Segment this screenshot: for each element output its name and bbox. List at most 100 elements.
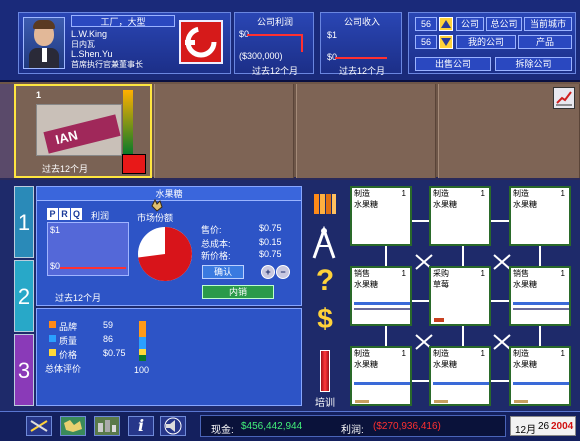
compass-icon[interactable] [310, 225, 338, 260]
overall-rating-label: 总体评价 [45, 364, 82, 374]
ratings-panel: 品牌 59 质量 86 价格 $0.75 总体评价 100 [36, 308, 302, 406]
avatar[interactable] [23, 17, 65, 69]
world-map-icon[interactable] [60, 416, 86, 436]
unit-card-7[interactable]: 制造 1 水果糖 [350, 346, 412, 406]
tab-1[interactable]: 1 [14, 186, 34, 258]
detail-chart: $1 $0 [47, 222, 129, 276]
product-package-text: IAN [53, 127, 80, 148]
profit-chart-line [247, 34, 302, 36]
unit-item: 水果糖 [354, 280, 378, 289]
confirm-button[interactable]: 确认 [202, 265, 244, 279]
arrow-up-icon[interactable] [439, 17, 453, 31]
product-detail-panel: 水果糖 P R Q 利润 市场份额 $1 $0 过去12个月 售价: $0.75… [36, 186, 302, 306]
profit-chart-drop [301, 34, 303, 52]
revenue-chart-line [335, 57, 387, 59]
footer-profit-label: 利润: [341, 425, 364, 436]
training-meter-icon [320, 350, 330, 392]
unit-num: 1 [480, 269, 485, 278]
unit-num: 1 [560, 349, 565, 358]
unit-item: 水果糖 [513, 200, 537, 209]
price-value: $0.75 [259, 223, 282, 233]
person-role-2: 首席执行官兼董事长 [71, 60, 143, 69]
company-button[interactable]: 公司 [456, 17, 484, 31]
unit-card-3[interactable]: 制造 1 水果糖 [509, 186, 571, 246]
slot-period: 过去12个月 [42, 164, 89, 174]
pqr-p-button[interactable]: P [47, 208, 58, 220]
unit-stock-bar [434, 400, 448, 403]
unit-item: 水果糖 [433, 200, 457, 209]
product-slot-1[interactable]: 1 IAN 过去12个月 [14, 84, 152, 178]
help-icon[interactable]: ? [312, 264, 338, 298]
brand-color-swatch [49, 321, 56, 328]
date-day: 26 [538, 421, 550, 432]
unit-card-9[interactable]: 制造 1 水果糖 [509, 346, 571, 406]
money-icon[interactable]: $ [312, 302, 338, 336]
price-label: 售价: [201, 225, 222, 235]
current-city-button[interactable]: 当前城市 [524, 17, 572, 31]
profit-panel: 公司利润 $0 ($300,000) 过去12个月 [234, 12, 314, 76]
product-image: IAN [36, 104, 122, 156]
detail-chart-top: $1 [50, 225, 61, 235]
detail-chart-line [60, 267, 126, 269]
unit-card-8[interactable]: 制造 1 水果糖 [429, 346, 491, 406]
product-button[interactable]: 产品 [518, 35, 572, 49]
quality-label: 质量 [59, 336, 78, 346]
sell-company-button[interactable]: 出售公司 [415, 57, 491, 71]
unit-num: 1 [401, 269, 406, 278]
unit-card-6[interactable]: 销售 1 水果糖 [509, 266, 571, 326]
date-year: 2004 [551, 421, 574, 432]
pqr-r-button[interactable]: R [59, 208, 70, 220]
unit-card-2[interactable]: 制造 1 水果糖 [429, 186, 491, 246]
revenue-title: 公司收入 [343, 17, 380, 27]
product-slot-3[interactable] [296, 84, 436, 178]
person-name-1: L.W.King [71, 29, 108, 39]
training-button[interactable]: 培训 [308, 394, 342, 409]
cash-value: $456,442,944 [241, 421, 303, 432]
revenue-chart-top: $1 [327, 30, 338, 40]
unit-activity-bar [513, 382, 569, 385]
unit-num: 1 [480, 349, 485, 358]
books-icon[interactable] [310, 190, 338, 218]
cash-label: 现金: [211, 425, 234, 436]
pqr-q-button[interactable]: Q [71, 208, 82, 220]
person-name-2: L.Shen.Yu [71, 49, 113, 59]
increase-price-button[interactable]: + [261, 265, 275, 279]
unit-num: 1 [480, 189, 485, 198]
unit-activity-bar [513, 302, 569, 305]
decrease-price-button[interactable]: − [276, 265, 290, 279]
unit-num: 1 [401, 189, 406, 198]
unit-activity-bar [354, 382, 410, 385]
slot-status-block [122, 154, 146, 174]
product-slot-2[interactable] [154, 84, 294, 178]
tab-3[interactable]: 3 [14, 334, 34, 406]
overall-rating-bar [139, 321, 146, 361]
tab-2[interactable]: 2 [14, 260, 34, 332]
chart-toggle-button[interactable] [553, 87, 575, 109]
head-office-button[interactable]: 总公司 [486, 17, 522, 31]
line-chart-icon [556, 91, 572, 106]
unit-stock-bar [355, 400, 369, 403]
my-company-button[interactable]: 我的公司 [456, 35, 516, 49]
arrow-down-icon[interactable] [439, 35, 453, 49]
info-icon[interactable]: i [128, 416, 154, 436]
detail-chart-period: 过去12个月 [55, 293, 102, 303]
unit-card-5[interactable]: 采购 1 草莓 [429, 266, 491, 326]
internal-sale-button[interactable]: 内销 [202, 285, 274, 299]
date-month: 12月 [515, 425, 537, 436]
unit-item: 水果糖 [354, 200, 378, 209]
tools-icon[interactable] [26, 416, 52, 436]
price-rating-label: 价格 [59, 350, 78, 360]
unit-num: 1 [560, 269, 565, 278]
price-rating-value: $0.75 [103, 348, 126, 358]
company-info-panel: 工厂，大型 L.W.King 日内瓦 L.Shen.Yu 首席执行官兼董事长 [18, 12, 231, 74]
sound-icon[interactable] [160, 416, 186, 436]
demolish-company-button[interactable]: 拆除公司 [495, 57, 572, 71]
new-price-label: 新价格: [201, 251, 231, 261]
unit-card-1[interactable]: 制造 1 水果糖 [350, 186, 412, 246]
city-map-icon[interactable] [94, 416, 120, 436]
unit-card-4[interactable]: 销售 1 水果糖 [350, 266, 412, 326]
detail-chart-bottom: $0 [50, 261, 61, 271]
slot-status-bar [123, 90, 133, 154]
company-logo-button[interactable] [179, 20, 223, 64]
finance-status: 现金: $456,442,944 利润: ($270,936,416) [200, 415, 506, 437]
